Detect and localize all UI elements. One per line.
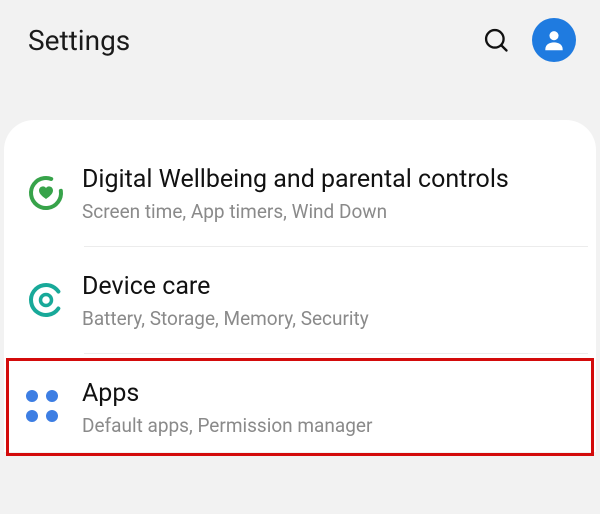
separator (84, 246, 588, 247)
settings-item-text: Device care Battery, Storage, Memory, Se… (82, 271, 570, 330)
settings-item-text: Digital Wellbeing and parental controls … (82, 164, 570, 223)
settings-item-title: Apps (82, 378, 570, 410)
settings-item-subtitle: Default apps, Permission manager (82, 414, 570, 437)
settings-item-subtitle: Battery, Storage, Memory, Security (82, 307, 570, 330)
wellbeing-icon (26, 173, 82, 213)
profile-avatar[interactable] (532, 18, 576, 62)
settings-item-title: Device care (82, 271, 570, 303)
separator (84, 353, 588, 354)
settings-item-title: Digital Wellbeing and parental controls (82, 164, 570, 196)
search-icon[interactable] (482, 26, 510, 54)
settings-header: Settings (0, 0, 600, 80)
header-actions (482, 18, 576, 62)
settings-item-text: Apps Default apps, Permission manager (82, 378, 570, 437)
device-care-icon (26, 280, 82, 320)
settings-list-card: Digital Wellbeing and parental controls … (4, 120, 596, 452)
settings-item-digital-wellbeing[interactable]: Digital Wellbeing and parental controls … (4, 148, 596, 238)
settings-item-apps[interactable]: Apps Default apps, Permission manager (4, 362, 596, 452)
apps-icon (26, 390, 82, 424)
page-title: Settings (28, 24, 482, 57)
settings-item-device-care[interactable]: Device care Battery, Storage, Memory, Se… (4, 255, 596, 345)
settings-item-subtitle: Screen time, App timers, Wind Down (82, 200, 570, 223)
